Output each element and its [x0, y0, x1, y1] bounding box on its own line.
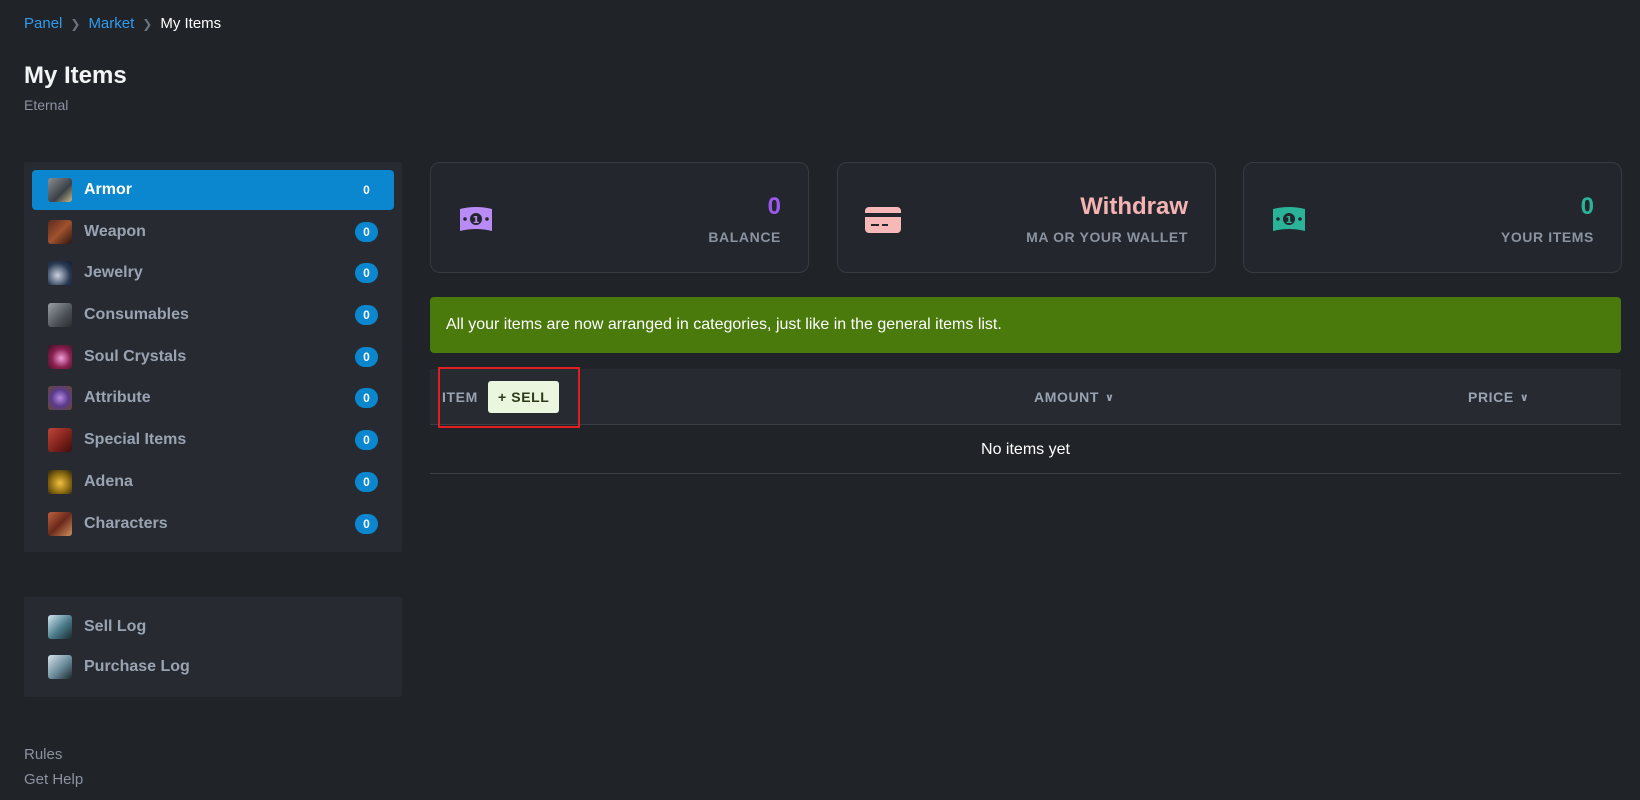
- special-items-icon: [48, 428, 72, 453]
- balance-label: BALANCE: [708, 229, 781, 245]
- sidebar-item-weapon[interactable]: Weapon 0: [32, 212, 394, 252]
- count-badge: 0: [355, 263, 378, 284]
- balance-value: 0: [767, 193, 781, 220]
- count-badge: 0: [355, 513, 378, 534]
- purchase-log-icon: [48, 655, 72, 679]
- sidebar-item-soul-crystals[interactable]: Soul Crystals 0: [32, 337, 394, 377]
- sidebar-item-label: Characters: [84, 514, 168, 532]
- sidebar-item-label: Purchase Log: [84, 658, 190, 675]
- characters-icon: [48, 511, 72, 536]
- column-price-label: PRICE: [1468, 389, 1514, 405]
- log-sidebar: Sell Log Purchase Log: [24, 597, 402, 697]
- count-badge: 0: [355, 305, 378, 326]
- sidebar-item-label: Special Items: [84, 431, 187, 449]
- count-badge: 0: [355, 430, 378, 451]
- chevron-down-icon: ∨: [1105, 391, 1115, 404]
- sidebar-item-label: Attribute: [84, 389, 151, 407]
- breadcrumb-current: My Items: [160, 15, 222, 32]
- sidebar-item-sell-log[interactable]: Sell Log: [32, 607, 394, 647]
- sidebar-item-consumables[interactable]: Consumables 0: [32, 295, 394, 335]
- info-alert: All your items are now arranged in categ…: [430, 297, 1621, 353]
- armor-icon: [48, 178, 72, 202]
- money-icon: 1: [460, 207, 492, 231]
- rules-link[interactable]: Rules: [24, 746, 62, 763]
- sidebar-item-jewelry[interactable]: Jewelry 0: [32, 253, 394, 293]
- weapon-icon: [48, 219, 72, 244]
- withdraw-label: MA OR YOUR WALLET: [1026, 229, 1188, 245]
- count-badge: 0: [355, 346, 378, 367]
- sidebar-item-label: Adena: [84, 472, 133, 490]
- consumables-icon: [48, 303, 72, 328]
- breadcrumb-market-link[interactable]: Market: [88, 15, 134, 32]
- chevron-right-icon: ❯: [70, 16, 81, 31]
- category-sidebar: Armor 0 Weapon 0 Jewelry 0 Consumables 0…: [24, 162, 402, 552]
- column-item: ITEM: [442, 389, 478, 405]
- breadcrumb-panel-link[interactable]: Panel: [24, 15, 62, 32]
- column-price[interactable]: PRICE ∨: [1468, 369, 1529, 425]
- jewelry-icon: [48, 261, 72, 286]
- chevron-down-icon: ∨: [1519, 391, 1530, 404]
- empty-state: No items yet: [430, 426, 1621, 474]
- sell-log-icon: [48, 615, 72, 639]
- sidebar-item-purchase-log[interactable]: Purchase Log: [32, 647, 394, 687]
- count-badge: 0: [363, 183, 370, 197]
- sidebar-item-attribute[interactable]: Attribute 0: [32, 378, 394, 418]
- your-items-label: YOUR ITEMS: [1500, 229, 1594, 245]
- column-amount-label: AMOUNT: [1034, 389, 1100, 405]
- sidebar-item-armor[interactable]: Armor 0: [32, 170, 394, 210]
- count-badge: 0: [355, 388, 378, 409]
- chevron-right-icon: ❯: [142, 16, 153, 31]
- sidebar-item-characters[interactable]: Characters 0: [32, 504, 394, 544]
- table-header: ITEM + SELL AMOUNT ∨ PRICE ∨: [430, 369, 1621, 425]
- adena-icon: [48, 469, 72, 494]
- your-items-card: 1 0 YOUR ITEMS: [1243, 162, 1622, 273]
- breadcrumb: Panel ❯ Market ❯ My Items: [24, 15, 221, 32]
- sidebar-item-label: Sell Log: [84, 618, 147, 635]
- withdraw-value: Withdraw: [1080, 193, 1188, 220]
- your-items-value: 0: [1580, 193, 1594, 220]
- sell-button[interactable]: + SELL: [488, 381, 560, 413]
- sidebar-item-label: Jewelry: [84, 264, 143, 282]
- withdraw-card[interactable]: Withdraw MA OR YOUR WALLET: [837, 162, 1216, 273]
- sidebar-item-label: Soul Crystals: [84, 347, 187, 365]
- count-badge: 0: [355, 221, 378, 242]
- sidebar-item-adena[interactable]: Adena 0: [32, 462, 394, 502]
- page-subtitle: Eternal: [24, 97, 69, 113]
- get-help-link[interactable]: Get Help: [24, 771, 83, 788]
- attribute-icon: [48, 386, 72, 411]
- sidebar-item-label: Armor: [84, 181, 133, 198]
- balance-card: 1 0 BALANCE: [430, 162, 809, 273]
- soul-crystal-icon: [48, 344, 72, 369]
- svg-text:1: 1: [473, 215, 480, 226]
- svg-text:1: 1: [1286, 215, 1293, 226]
- column-amount[interactable]: AMOUNT ∨: [1034, 369, 1115, 425]
- credit-card-icon: [865, 207, 901, 233]
- page-title: My Items: [24, 62, 127, 89]
- money-icon: 1: [1273, 207, 1305, 231]
- sidebar-item-special-items[interactable]: Special Items 0: [32, 420, 394, 460]
- sidebar-item-label: Weapon: [84, 222, 146, 240]
- count-badge: 0: [355, 471, 378, 492]
- sidebar-item-label: Consumables: [84, 306, 189, 324]
